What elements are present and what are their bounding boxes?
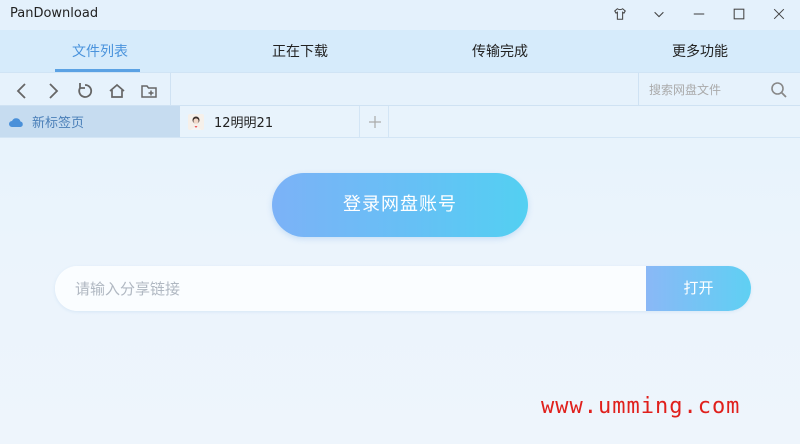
open-button[interactable]: 打开	[646, 266, 751, 311]
minimize-icon	[693, 13, 705, 15]
tab-more-features[interactable]: 更多功能	[600, 30, 800, 72]
browser-tab-label: 新标签页	[32, 116, 85, 131]
title-bar: PanDownload	[0, 0, 800, 30]
shirt-icon	[614, 8, 626, 20]
search-icon[interactable]	[770, 81, 788, 99]
main-nav: 文件列表 正在下载 传输完成 更多功能	[0, 30, 800, 72]
browser-tab-new[interactable]: 新标签页	[0, 106, 180, 137]
close-button[interactable]	[762, 0, 796, 28]
chevron-right-icon	[49, 83, 59, 99]
chevron-down-icon	[654, 11, 664, 18]
login-button[interactable]: 登录网盘账号	[272, 173, 528, 237]
cloud-icon	[9, 117, 23, 127]
add-tab-button[interactable]	[361, 106, 389, 137]
toolbar	[0, 72, 800, 106]
minimize-button[interactable]	[682, 0, 716, 28]
forward-button[interactable]	[42, 80, 64, 102]
home-icon	[109, 83, 125, 98]
search-input[interactable]	[649, 80, 764, 100]
watermark: www.umming.com	[541, 394, 741, 419]
app-title: PanDownload	[10, 6, 99, 21]
toolbar-divider	[170, 73, 171, 106]
refresh-icon	[78, 83, 93, 98]
chevron-left-icon	[16, 83, 26, 99]
close-icon	[773, 8, 785, 20]
browser-tab-label: 12明明21	[214, 116, 274, 131]
home-button[interactable]	[106, 80, 128, 102]
browser-tab-bar: 新标签页 12明明21	[0, 106, 800, 138]
back-button[interactable]	[11, 80, 33, 102]
skin-button[interactable]	[603, 0, 637, 28]
folder-add-icon	[141, 85, 157, 98]
new-folder-button[interactable]	[138, 80, 160, 102]
tab-downloading[interactable]: 正在下载	[200, 30, 400, 72]
share-link-input[interactable]	[55, 266, 647, 311]
search-box	[638, 73, 800, 106]
plus-icon	[368, 115, 381, 128]
tab-completed[interactable]: 传输完成	[400, 30, 600, 72]
maximize-icon	[733, 8, 745, 20]
browser-tab-user[interactable]: 12明明21	[180, 106, 360, 137]
menu-button[interactable]	[642, 0, 676, 28]
refresh-button[interactable]	[74, 80, 96, 102]
maximize-button[interactable]	[722, 0, 756, 28]
tab-file-list[interactable]: 文件列表	[0, 30, 200, 72]
avatar	[188, 113, 204, 130]
share-link-bar: 打开	[55, 266, 751, 311]
